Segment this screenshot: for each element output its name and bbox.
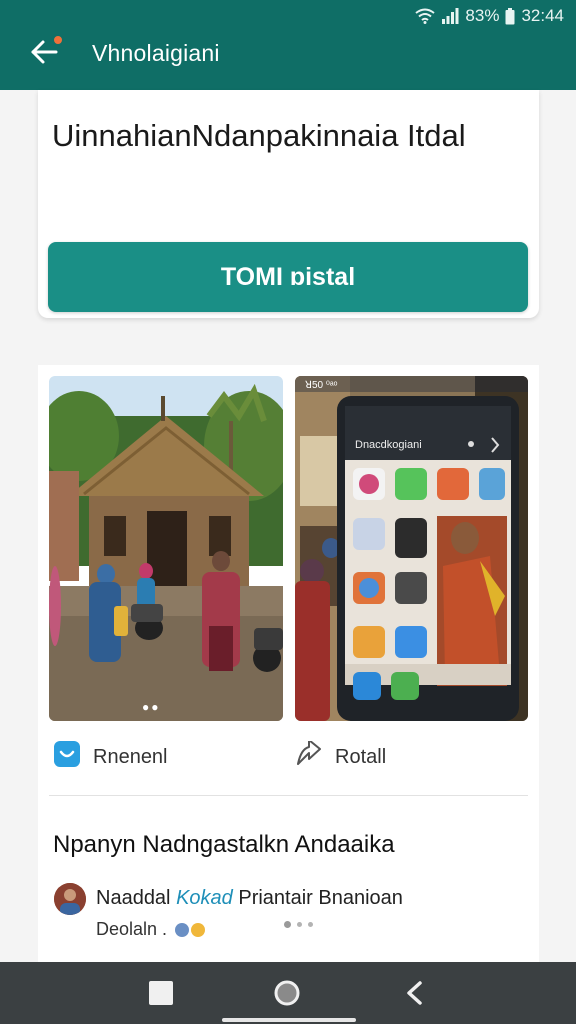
carousel-dots	[284, 921, 313, 928]
avatar[interactable]	[54, 883, 86, 915]
author-subtitle: Priantair Bnanioan	[238, 887, 403, 909]
app-action-button[interactable]: Rnenenl	[53, 741, 168, 773]
recent-apps-button[interactable]	[146, 978, 176, 1008]
reaction-icons[interactable]	[175, 922, 206, 937]
village-photo[interactable]	[49, 376, 283, 721]
author-link[interactable]: Kokad	[176, 887, 233, 909]
system-nav-bar	[0, 962, 576, 1024]
battery-percent: 83%	[465, 6, 500, 25]
card-title: UinnahianNdanpakinnaia Itdal	[52, 118, 466, 153]
smartphone-photo[interactable]: Dnacdkogiani ꓤ50 ⁰ᵃᵒ	[295, 376, 528, 721]
notification-dot	[52, 34, 64, 46]
primary-action-button[interactable]: TOMI ɒistal	[48, 242, 528, 312]
header-card: UinnahianNdanpakinnaia Itdal TOMI ɒistal	[38, 90, 539, 318]
photo-page-dots: ●●	[142, 700, 161, 714]
author-name: Naaddal	[96, 887, 171, 909]
app-action-label: Rnenenl	[93, 745, 168, 768]
app-bar: 83% 32:44 Vhnolaigiani	[0, 0, 576, 90]
system-back-button[interactable]	[400, 978, 430, 1008]
divider	[49, 795, 528, 796]
reaction-face-icon	[175, 922, 190, 937]
post-meta: Deolaln .	[96, 919, 206, 940]
square-icon	[146, 981, 176, 1012]
phone-status-text: ꓤ50 ⁰ᵃᵒ	[305, 380, 338, 391]
share-action-label: Rotall	[335, 745, 387, 768]
reaction-smile-icon	[191, 922, 206, 937]
phone-screen-title: Dnacdkogiani	[355, 439, 422, 451]
share-arrow-icon	[295, 739, 323, 773]
circle-icon	[272, 980, 302, 1012]
home-button[interactable]	[272, 978, 302, 1008]
share-action-button[interactable]: Rotall	[295, 739, 387, 773]
app-square-icon	[53, 740, 81, 774]
battery-icon	[505, 7, 515, 25]
signal-icon	[441, 8, 459, 24]
gesture-handle[interactable]	[222, 1018, 356, 1022]
status-bar: 83% 32:44	[415, 6, 564, 26]
clock: 32:44	[521, 6, 564, 25]
app-title: Vhnolaigiani	[92, 40, 220, 66]
post-meta-text: Deolaln .	[96, 919, 168, 939]
chevron-left-icon	[400, 981, 430, 1012]
wifi-icon	[415, 8, 436, 24]
post-card: ●● Dnacdkogiani ꓤ50 ⁰ᵃᵒ Rnenenl Rotall N…	[38, 365, 539, 965]
post-title: Npanyn Nadngastalkn Andaaika	[53, 831, 395, 858]
author-line: Naaddal Kokad Priantair Bnanioan	[96, 887, 403, 910]
